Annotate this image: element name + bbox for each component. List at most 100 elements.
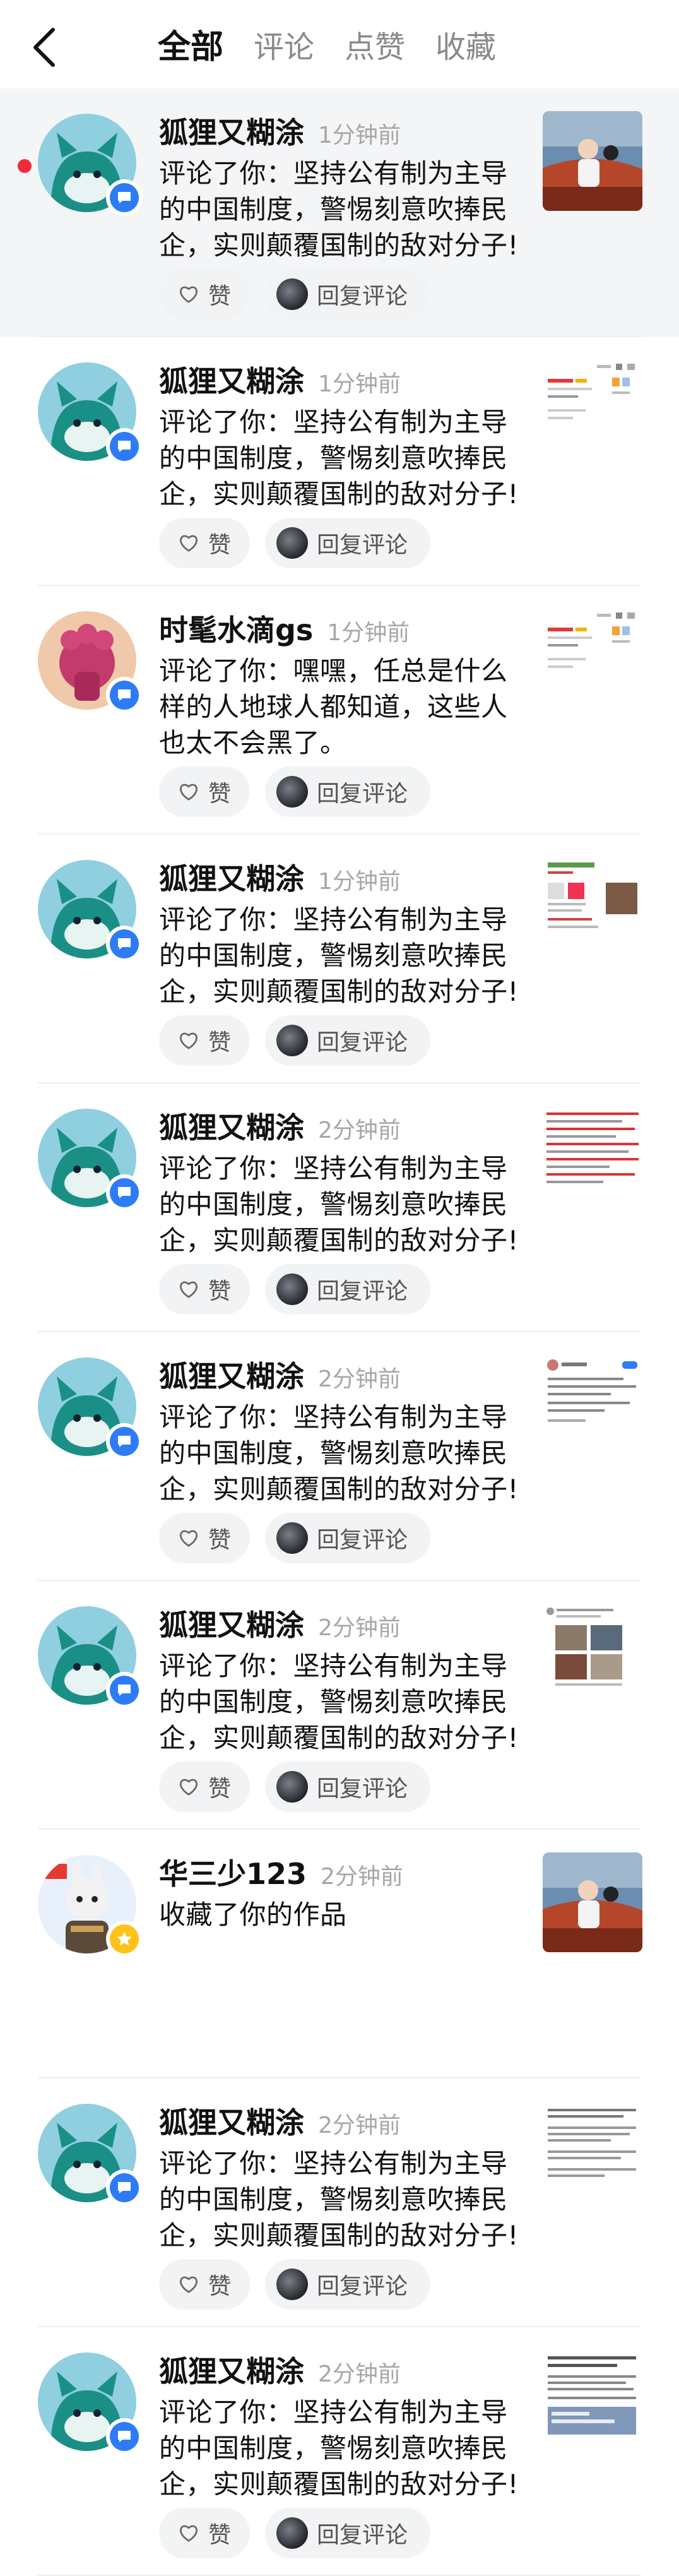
post-thumbnail[interactable] [543,1604,642,1703]
like-button[interactable]: 赞 [159,2508,250,2558]
post-thumbnail[interactable] [543,1852,642,1952]
notification-text[interactable]: 收藏了你的作品 [159,1897,519,1933]
user-name[interactable]: 狐狸又糊涂 [159,2349,304,2390]
heart-icon [180,1281,198,1298]
reply-button[interactable]: 回复评论 [265,1264,430,1315]
reply-button[interactable]: 回复评论 [265,1015,430,1066]
type-badge [106,1423,143,1460]
user-avatar[interactable] [38,611,143,713]
notification-text[interactable]: 评论了你：坚持公有制为主导的中国制度，警惕刻意吹捧民企，实则颠覆国制的敌对分子! [159,902,519,1010]
comment-badge-icon [110,432,139,461]
notification-item[interactable]: 狐狸又糊涂 2分钟前 评论了你：坚持公有制为主导的中国制度，警惕刻意吹捧民企，实则颠… [0,2327,679,2576]
notification-text[interactable]: 评论了你：坚持公有制为主导的中国制度，警惕刻意吹捧民企，实则颠覆国制的敌对分子! [159,155,519,263]
user-avatar[interactable] [38,114,143,216]
user-name[interactable]: 狐狸又糊涂 [159,110,304,152]
name-row: 时髦水滴gs 1分钟前 [159,607,519,649]
notification-item[interactable]: 狐狸又糊涂 2分钟前评论了你：坚持公有制为主导的中国制度，警惕刻意吹捧民企，实则颠… [0,1083,679,1332]
name-row: 狐狸又糊涂 2分钟前 [159,1105,519,1147]
tab-likes[interactable]: 点赞 [345,24,405,71]
action-row: 赞 回复评论 [159,269,430,319]
notification-item[interactable]: 狐狸又糊涂 2分钟前 评论了你：坚持公有制为主导的中国制度，警惕刻意吹捧民企，实则颠… [0,1332,679,1581]
notification-text[interactable]: 评论了你：坚持公有制为主导的中国制度，警惕刻意吹捧民企，实则颠覆国制的敌对分子! [159,2145,519,2253]
user-name[interactable]: 时髦水滴gs [159,607,313,649]
post-thumbnail[interactable] [543,609,642,708]
user-name[interactable]: 狐狸又糊涂 [159,1602,304,1644]
like-label: 赞 [208,1279,231,1304]
reply-button[interactable]: 回复评论 [265,1762,430,1812]
reply-button[interactable]: 回复评论 [265,1513,430,1563]
like-button[interactable]: 赞 [159,269,250,319]
post-thumbnail[interactable] [543,2350,642,2450]
like-button[interactable]: 赞 [159,518,250,568]
like-label: 赞 [208,1030,231,1056]
post-thumbnail[interactable] [543,2101,642,2201]
notification-item[interactable]: 狐狸又糊涂 1分钟前 评论了你：坚持公有制为主导的中国制度，警惕刻意吹捧民企，实则颠… [0,88,679,337]
user-name[interactable]: 狐狸又糊涂 [159,856,304,898]
reply-button[interactable]: 回复评论 [265,2508,430,2558]
reply-button[interactable]: 回复评论 [265,2259,430,2310]
heart-icon [180,2276,198,2293]
post-thumbnail[interactable] [543,1355,642,1455]
back-button[interactable] [25,25,63,69]
comment-badge-icon [110,1427,139,1456]
heart-icon [180,784,198,801]
user-avatar[interactable] [38,1855,143,1957]
timestamp: 1分钟前 [318,371,401,397]
post-thumbnail[interactable] [543,1106,642,1206]
type-badge [106,1174,143,1211]
action-row: 赞 回复评论 [159,2259,430,2310]
post-thumbnail[interactable] [543,857,642,957]
heart-icon [180,535,198,552]
tab-comments[interactable]: 评论 [254,24,314,71]
notification-text[interactable]: 评论了你：坚持公有制为主导的中国制度，警惕刻意吹捧民企，实则颠覆国制的敌对分子! [159,1150,519,1258]
reply-label: 回复评论 [317,1776,408,1802]
reply-button[interactable]: 回复评论 [265,518,430,568]
notification-text[interactable]: 评论了你：坚持公有制为主导的中国制度，警惕刻意吹捧民企，实则颠覆国制的敌对分子! [159,404,519,512]
user-avatar[interactable] [38,1109,143,1211]
user-avatar[interactable] [38,860,143,962]
user-name[interactable]: 狐狸又糊涂 [159,1354,304,1395]
user-avatar[interactable] [38,1357,143,1460]
like-button[interactable]: 赞 [159,1264,250,1315]
notification-text[interactable]: 评论了你：坚持公有制为主导的中国制度，警惕刻意吹捧民企，实则颠覆国制的敌对分子! [159,2394,519,2502]
post-thumbnail[interactable] [543,111,642,211]
timestamp: 2分钟前 [321,1864,403,1890]
reply-button[interactable]: 回复评论 [265,269,430,319]
name-row: 华三少123 2分钟前 [159,1851,519,1893]
like-button[interactable]: 赞 [159,1762,250,1812]
type-badge [106,1672,143,1708]
tab-all[interactable]: 全部 [158,24,223,71]
type-badge [106,179,143,216]
name-row: 狐狸又糊涂 2分钟前 [159,2100,519,2142]
like-button[interactable]: 赞 [159,766,250,817]
type-badge [106,926,143,962]
notification-item[interactable]: 狐狸又糊涂 1分钟前评论了你：坚持公有制为主导的中国制度，警惕刻意吹捧民企，实则颠… [0,337,679,586]
notification-text[interactable]: 评论了你：坚持公有制为主导的中国制度，警惕刻意吹捧民企，实则颠覆国制的敌对分子! [159,1399,519,1507]
notification-item[interactable]: 狐狸又糊涂 2分钟前 评论了你：坚持公有制为主导的中国制度，警惕刻意吹捧民企，实则颠… [0,2078,679,2327]
like-button[interactable]: 赞 [159,1015,250,1066]
user-avatar[interactable] [38,2104,143,2206]
user-avatar[interactable] [38,362,143,465]
name-row: 狐狸又糊涂 1分钟前 [159,359,519,400]
reply-button[interactable]: 回复评论 [265,766,430,817]
user-avatar[interactable] [38,1606,143,1708]
my-avatar-icon [276,776,308,808]
notification-item[interactable]: 时髦水滴gs 1分钟前 评论了你：嘿嘿，任总是什么样的人地球人都知道，这些人也太不会… [0,586,679,835]
notification-item[interactable]: 华三少123 2分钟前收藏了你的作品 [0,1830,679,2078]
user-name[interactable]: 狐狸又糊涂 [159,1105,304,1147]
user-name[interactable]: 华三少123 [159,1851,307,1893]
like-label: 赞 [208,2522,231,2548]
notification-item[interactable]: 狐狸又糊涂 1分钟前 评论了你：坚持公有制为主导的中国制度，警惕刻意吹捧民企，实则颠… [0,835,679,1083]
reply-label: 回复评论 [317,2274,408,2299]
like-button[interactable]: 赞 [159,1513,250,1563]
tab-favorites[interactable]: 收藏 [435,24,496,71]
user-name[interactable]: 狐狸又糊涂 [159,359,304,400]
notification-text[interactable]: 评论了你：嘿嘿，任总是什么样的人地球人都知道，这些人也太不会黑了。 [159,653,519,761]
like-button[interactable]: 赞 [159,2259,250,2310]
timestamp: 2分钟前 [318,1118,401,1143]
notification-item[interactable]: 狐狸又糊涂 2分钟前 评论了你：坚持公有制为主导的中国制度，警惕刻意吹捧民企，实则颠… [0,1581,679,1830]
notification-text[interactable]: 评论了你：坚持公有制为主导的中国制度，警惕刻意吹捧民企，实则颠覆国制的敌对分子! [159,1648,519,1756]
post-thumbnail[interactable] [543,360,642,460]
user-avatar[interactable] [38,2352,143,2455]
user-name[interactable]: 狐狸又糊涂 [159,2100,304,2142]
